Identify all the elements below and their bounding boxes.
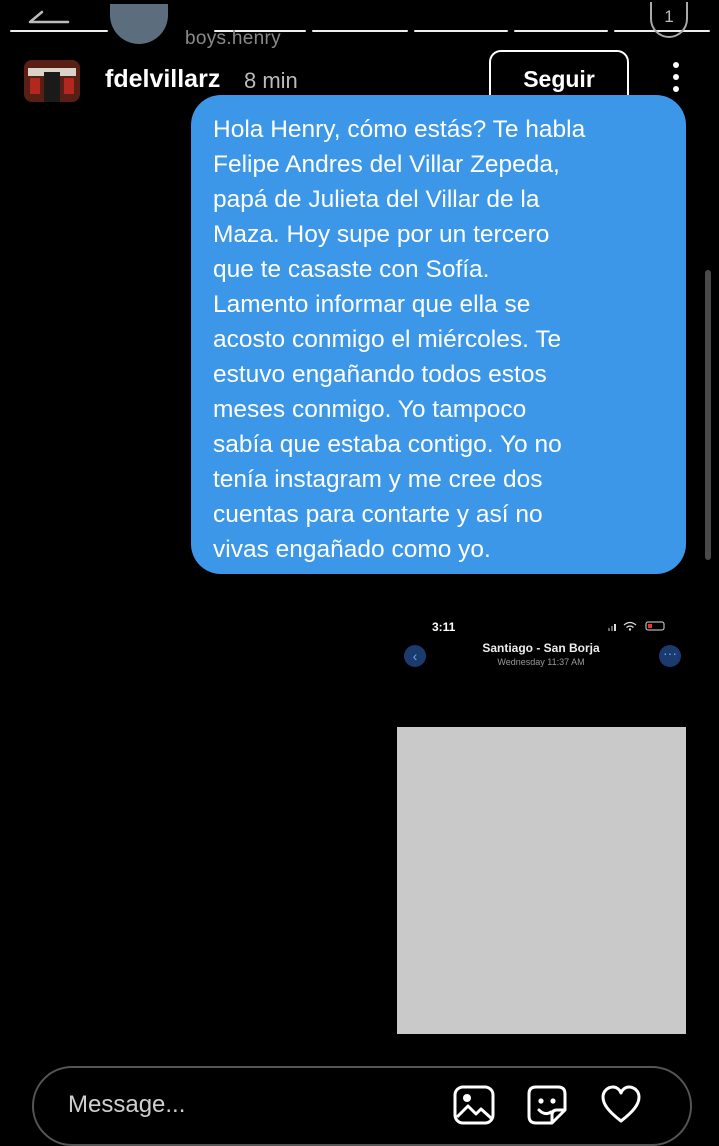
message-line: Maza. Hoy supe por un tercero [213, 221, 550, 248]
heart-icon[interactable] [600, 1084, 642, 1126]
message-line: tenía instagram y me cree dos [213, 466, 543, 493]
message-line: meses conmigo. Yo tampoco [213, 396, 527, 423]
message-line: acosto conmigo el miércoles. Te [213, 326, 562, 353]
message-input[interactable]: Message... [68, 1091, 185, 1119]
message-line: papá de Julieta del Villar de la [213, 186, 540, 213]
gallery-icon[interactable] [453, 1084, 495, 1126]
message-line: Hola Henry, cómo estás? Te habla [213, 116, 586, 143]
back-arrow-icon[interactable] [28, 10, 74, 30]
more-options-icon[interactable] [669, 62, 683, 96]
message-line: Felipe Andres del Villar Zepeda, [213, 151, 560, 178]
screenshot-back-icon: ‹ [404, 645, 426, 667]
top-username: boys.henry [185, 28, 281, 49]
screenshot-contact-name: Santiago - San Borja [482, 641, 600, 655]
scrollbar[interactable] [705, 270, 711, 560]
story-progress-bar [312, 30, 408, 32]
top-avatar [110, 4, 168, 44]
message-line: cuentas para contarte y así no [213, 501, 543, 528]
message-bubble: Hola Henry, cómo estás? Te habla Felipe … [191, 95, 686, 574]
message-line: sabía que estaba contigo. Yo no [213, 431, 562, 458]
screenshot-subtitle: Wednesday 11:37 AM [497, 657, 585, 667]
status-icons [608, 621, 665, 631]
message-line: Lamento informar que ella se [213, 291, 531, 318]
screenshot-more-icon: ··· [659, 645, 681, 667]
story-progress-bar [514, 30, 608, 32]
avatar[interactable] [24, 60, 80, 102]
post-time: 8 min [244, 68, 298, 93]
screenshot-status-time: 3:11 [432, 620, 456, 634]
counter-badge: 1 [650, 2, 688, 38]
message-line: estuvo engañando todos estos [213, 361, 547, 388]
avatar-image [24, 60, 80, 102]
shared-photo[interactable] [397, 727, 686, 1034]
username[interactable]: fdelvillarz [105, 65, 220, 94]
message-line: que te casaste con Sofía. [213, 256, 490, 283]
message-line: vivas engañado como yo. [213, 536, 491, 563]
story-progress-bar [414, 30, 508, 32]
sticker-icon[interactable] [526, 1084, 568, 1126]
story-progress-bar [10, 30, 108, 32]
